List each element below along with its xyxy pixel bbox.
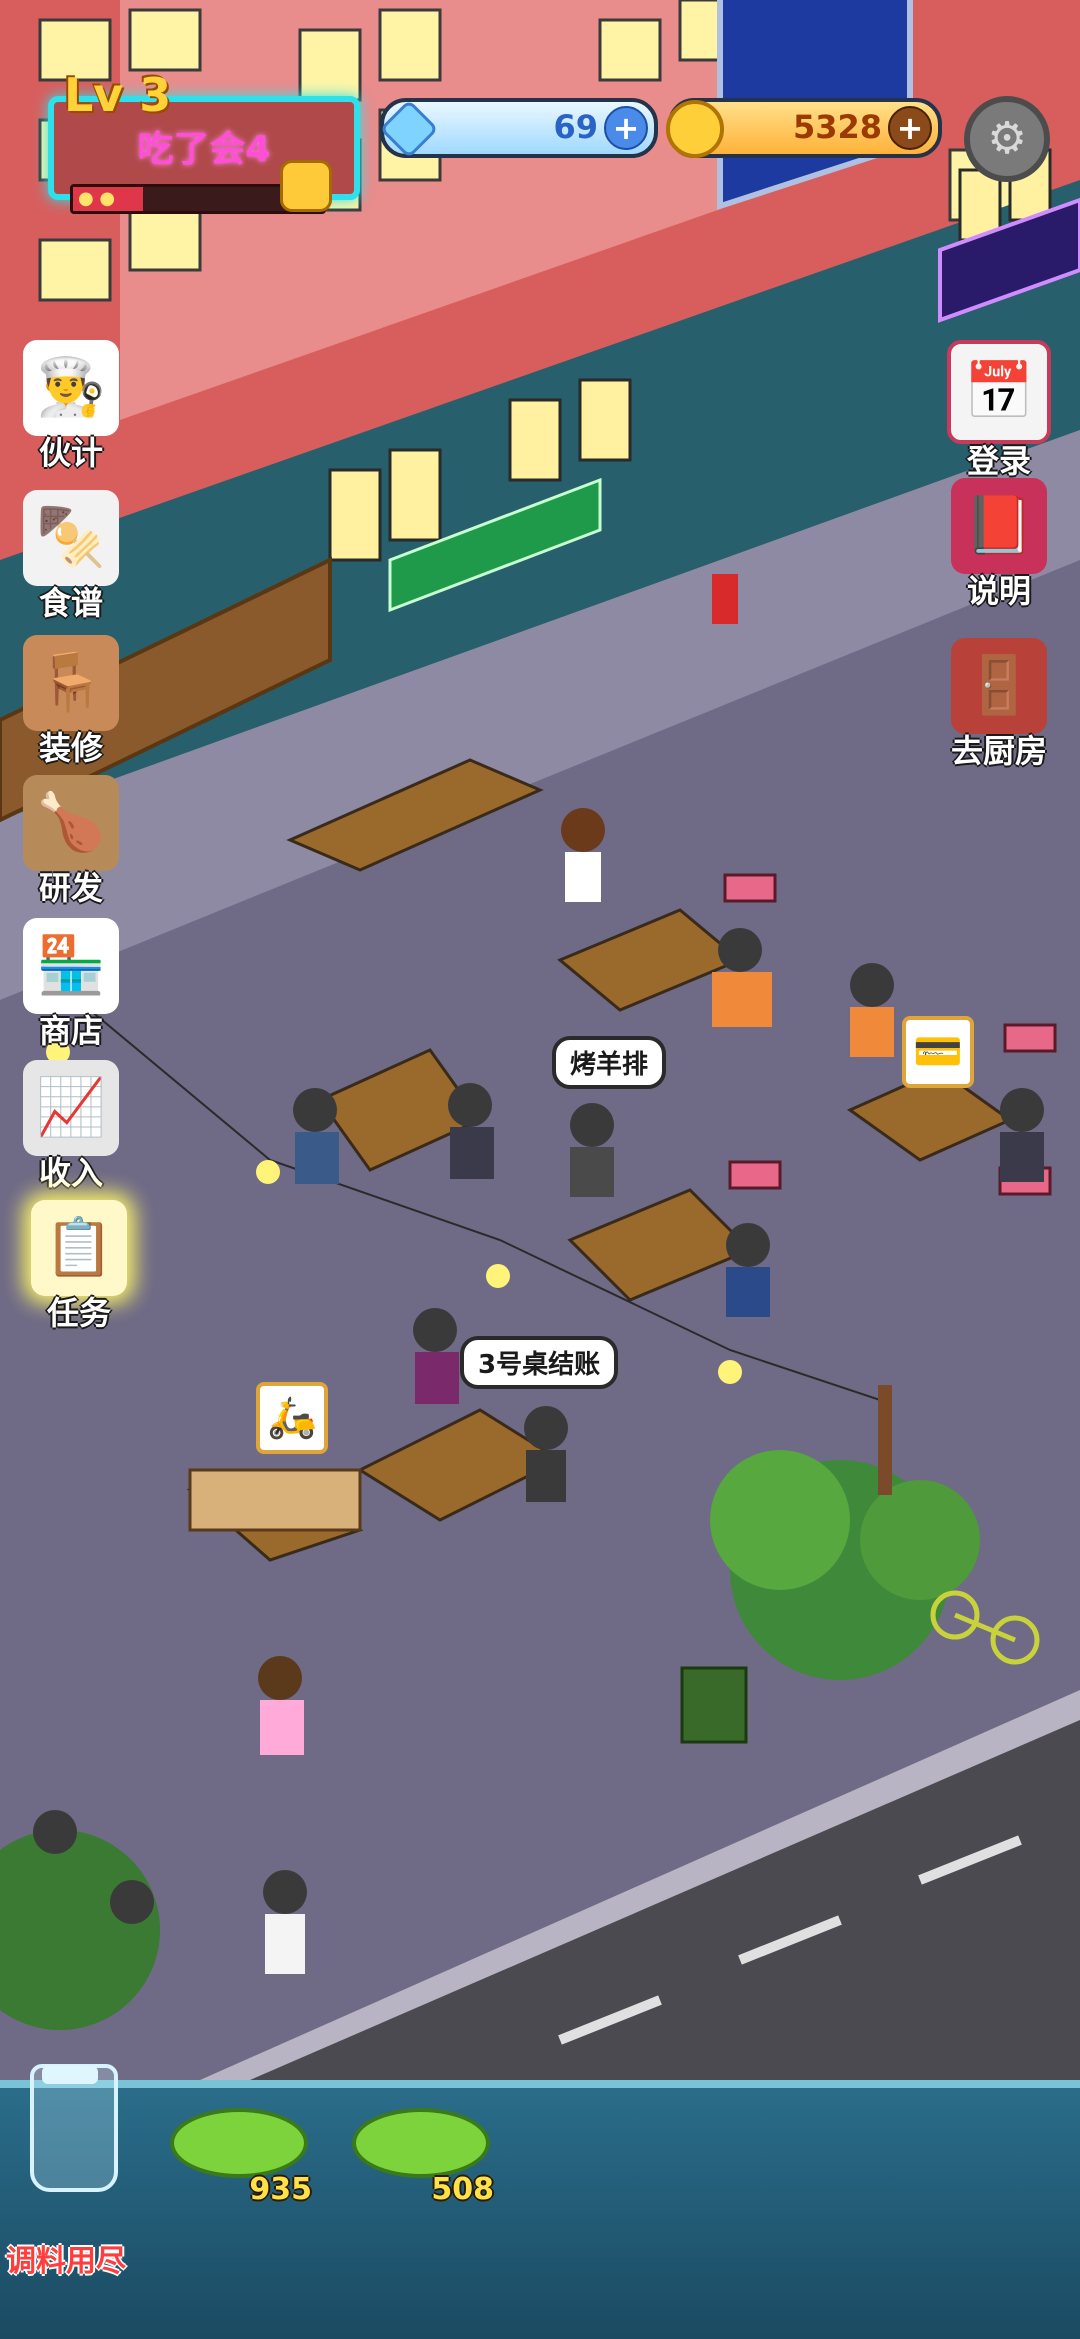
menu-shop[interactable]: 🏪 商店 bbox=[6, 918, 136, 1052]
lamp-post bbox=[878, 1385, 892, 1495]
coins-value: 5328 bbox=[792, 108, 882, 146]
menu-income-label: 收入 bbox=[38, 1154, 103, 1192]
menu-decorate[interactable]: 🪑 装修 bbox=[6, 635, 136, 769]
menu-decorate-label: 装修 bbox=[38, 729, 103, 767]
menu-kitchen-label: 去厨房 bbox=[950, 732, 1047, 770]
fire-hydrant bbox=[712, 574, 738, 624]
bottle-cap bbox=[42, 2066, 98, 2084]
add-gems-button[interactable]: + bbox=[604, 106, 648, 150]
menu-guide-label: 说明 bbox=[966, 572, 1031, 610]
coin-icon bbox=[666, 100, 724, 158]
diamond-icon bbox=[379, 99, 439, 159]
lamb-chop-icon bbox=[352, 2108, 490, 2178]
book-icon: 📕 bbox=[951, 478, 1047, 574]
calendar-icon: 📅 bbox=[947, 340, 1051, 444]
lamb-chop-count: 508 bbox=[431, 2172, 494, 2207]
gear-icon: ⚙ bbox=[987, 113, 1027, 164]
menu-research[interactable]: 🍗 研发 bbox=[6, 775, 136, 909]
settings-button[interactable]: ⚙ bbox=[964, 96, 1050, 182]
menu-income[interactable]: 📈 收入 bbox=[6, 1060, 136, 1194]
gems-counter: 69 + bbox=[379, 98, 658, 159]
kitchen-door-icon: 🚪 bbox=[951, 638, 1047, 734]
xp-dots: ● ● bbox=[78, 188, 116, 209]
menu-tasks-label: 任务 bbox=[46, 1294, 111, 1332]
menu-kitchen[interactable]: 🚪 去厨房 bbox=[934, 638, 1064, 772]
inventory-item-kebab[interactable]: 935 bbox=[170, 2098, 312, 2207]
kebab-count: 935 bbox=[249, 2172, 312, 2207]
level-text: Lv 3 bbox=[64, 68, 172, 122]
task-clipboard-icon: 📋 bbox=[31, 1200, 127, 1296]
payment-terminal-icon[interactable]: 💳 bbox=[902, 1016, 974, 1088]
seasoning-status-label: 调料用尽 bbox=[6, 2244, 126, 2279]
menu-recipes-label: 食谱 bbox=[38, 584, 103, 622]
grill-stand bbox=[188, 1468, 362, 1532]
inventory-item-lamb-chop[interactable]: 508 bbox=[352, 2098, 494, 2207]
menu-guide[interactable]: 📕 说明 bbox=[934, 478, 1064, 612]
inventory-bar bbox=[0, 2080, 1080, 2339]
menu-login[interactable]: 📅 登录 bbox=[934, 340, 1064, 482]
menu-login-label: 登录 bbox=[966, 442, 1031, 480]
menu-research-label: 研发 bbox=[38, 869, 103, 907]
thumbs-up-icon bbox=[280, 160, 332, 212]
gems-value: 69 bbox=[553, 108, 598, 146]
coins-counter: 5328 + bbox=[666, 98, 942, 158]
drumstick-magnifier-icon: 🍗 bbox=[23, 775, 119, 871]
shop-icon: 🏪 bbox=[23, 918, 119, 1014]
menu-shop-label: 商店 bbox=[38, 1012, 103, 1050]
delivery-scooter-icon[interactable]: 🛵 bbox=[256, 1382, 328, 1454]
checkout-bubble[interactable]: 3号桌结账 bbox=[460, 1336, 619, 1389]
menu-tasks[interactable]: 📋 任务 bbox=[14, 1200, 144, 1334]
menu-staff[interactable]: 👨‍🍳 伙计 bbox=[6, 340, 136, 474]
income-chart-icon: 📈 bbox=[23, 1060, 119, 1156]
trash-bin bbox=[680, 1666, 748, 1744]
skewer-plate-icon: 🍢 bbox=[23, 490, 119, 586]
game-scene bbox=[0, 0, 1080, 2331]
menu-recipes[interactable]: 🍢 食谱 bbox=[6, 490, 136, 624]
table-icon: 🪑 bbox=[23, 635, 119, 731]
order-bubble[interactable]: 烤羊排 bbox=[552, 1036, 667, 1089]
kebab-icon bbox=[170, 2108, 308, 2178]
menu-staff-label: 伙计 bbox=[38, 434, 103, 472]
chef-icon: 👨‍🍳 bbox=[23, 340, 119, 436]
add-coins-button[interactable]: + bbox=[888, 106, 932, 150]
